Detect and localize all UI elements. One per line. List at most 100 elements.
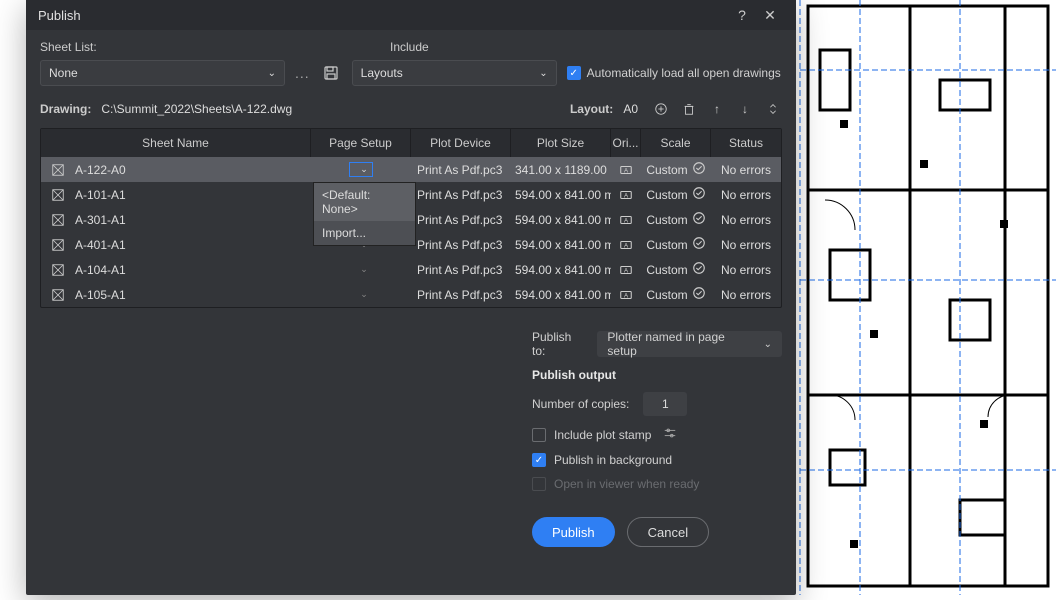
publish-bg-checkbox[interactable]: ✓ Publish in background xyxy=(532,453,782,467)
plot-size: 594.00 x 841.00 mm xyxy=(511,182,611,207)
status-text: No errors xyxy=(711,207,781,232)
check-icon: ✓ xyxy=(532,453,546,467)
sheet-name: A-101-A1 xyxy=(75,188,126,202)
drawing-path: C:\Summit_2022\Sheets\A-122.dwg xyxy=(101,102,292,116)
check-circle-icon xyxy=(692,211,706,228)
plot-size: 341.00 x 1189.00 mm xyxy=(511,157,611,182)
check-circle-icon xyxy=(692,236,706,253)
include-select[interactable]: Layouts ⌄ xyxy=(352,60,557,86)
check-circle-icon xyxy=(692,286,706,303)
page-setup-select[interactable]: ⌄ xyxy=(354,289,368,300)
plot-size: 594.00 x 841.00 mm xyxy=(511,232,611,257)
arrow-up-icon[interactable]: ↑ xyxy=(708,100,726,118)
check-icon: ✓ xyxy=(567,66,581,80)
arrow-down-icon[interactable]: ↓ xyxy=(736,100,754,118)
plot-size: 594.00 x 841.00 mm xyxy=(511,257,611,282)
sheet-icon xyxy=(51,238,65,252)
chevron-down-icon: ⌄ xyxy=(360,289,368,300)
col-status[interactable]: Status xyxy=(711,129,781,157)
drawing-label: Drawing: xyxy=(40,102,91,116)
status-text: No errors xyxy=(711,232,781,257)
trash-icon[interactable] xyxy=(680,100,698,118)
check-circle-icon xyxy=(692,161,706,178)
open-viewer-checkbox: Open in viewer when ready xyxy=(532,477,782,491)
plot-stamp-checkbox[interactable]: Include plot stamp xyxy=(532,426,782,443)
status-text: No errors xyxy=(711,257,781,282)
checkbox-icon xyxy=(532,477,546,491)
publish-output-heading: Publish output xyxy=(532,368,782,382)
plot-device: Print As Pdf.pc3 xyxy=(411,232,511,257)
auto-load-checkbox[interactable]: ✓ Automatically load all open drawings xyxy=(567,66,781,80)
sheet-name: A-104-A1 xyxy=(75,263,126,277)
col-sheet[interactable]: Sheet Name xyxy=(41,129,311,157)
scale-value: Custom xyxy=(646,263,687,277)
checkbox-icon xyxy=(532,428,546,442)
settings-icon[interactable] xyxy=(663,426,677,443)
sheet-list-value: None xyxy=(49,66,78,80)
plot-size: 594.00 x 841.00 mm xyxy=(511,282,611,307)
scale-value: Custom xyxy=(646,163,687,177)
status-text: No errors xyxy=(711,182,781,207)
sheet-icon xyxy=(51,288,65,302)
publish-button[interactable]: Publish xyxy=(532,517,615,547)
layout-label: Layout: xyxy=(570,102,613,116)
plot-device: Print As Pdf.pc3 xyxy=(411,182,511,207)
cancel-button[interactable]: Cancel xyxy=(627,517,709,547)
page-setup-select[interactable]: ⌄ xyxy=(349,162,373,177)
plot-size: 594.00 x 841.00 mm xyxy=(511,207,611,232)
chevron-down-icon: ⌄ xyxy=(764,339,772,350)
check-circle-icon xyxy=(692,186,706,203)
publish-to-value: Plotter named in page setup xyxy=(607,330,755,358)
orientation-icon: A xyxy=(611,257,641,282)
col-orient[interactable]: Ori... xyxy=(611,129,641,157)
col-plot[interactable]: Plot Device xyxy=(411,129,511,157)
table-row[interactable]: A-104-A1 ⌄ Print As Pdf.pc3594.00 x 841.00… xyxy=(41,257,781,282)
col-scale[interactable]: Scale xyxy=(641,129,711,157)
sheet-name: A-301-A1 xyxy=(75,213,126,227)
expand-icon[interactable] xyxy=(764,100,782,118)
plot-device: Print As Pdf.pc3 xyxy=(411,282,511,307)
page-setup-dropdown: <Default: None> Import... xyxy=(313,182,416,246)
add-icon[interactable] xyxy=(652,100,670,118)
chevron-down-icon: ⌄ xyxy=(360,164,368,175)
plot-device: Print As Pdf.pc3 xyxy=(411,157,511,182)
open-viewer-label: Open in viewer when ready xyxy=(554,477,699,491)
table-row[interactable]: A-105-A1 ⌄ Print As Pdf.pc3594.00 x 841.00… xyxy=(41,282,781,307)
scale-value: Custom xyxy=(646,238,687,252)
col-size[interactable]: Plot Size xyxy=(511,129,611,157)
close-icon[interactable]: ✕ xyxy=(756,1,784,29)
plot-device: Print As Pdf.pc3 xyxy=(411,257,511,282)
chevron-down-icon: ⌄ xyxy=(268,68,276,79)
orientation-icon: A xyxy=(611,207,641,232)
sheet-icon xyxy=(51,188,65,202)
chevron-down-icon: ⌄ xyxy=(539,68,547,79)
orientation-icon: A xyxy=(611,157,641,182)
sheet-icon xyxy=(51,163,65,177)
copies-input[interactable] xyxy=(643,392,687,416)
dropdown-option[interactable]: <Default: None> xyxy=(314,183,415,221)
sheet-icon xyxy=(51,263,65,277)
plot-stamp-label: Include plot stamp xyxy=(554,428,651,442)
save-icon[interactable] xyxy=(320,62,342,84)
sheet-icon xyxy=(51,213,65,227)
sheet-name: A-122-A0 xyxy=(75,163,126,177)
sheet-list-label: Sheet List: xyxy=(40,40,350,54)
plot-device: Print As Pdf.pc3 xyxy=(411,207,511,232)
page-setup-select[interactable]: ⌄ xyxy=(354,264,368,275)
status-text: No errors xyxy=(711,157,781,182)
sheet-name: A-105-A1 xyxy=(75,288,126,302)
scale-value: Custom xyxy=(646,213,687,227)
publish-to-select[interactable]: Plotter named in page setup ⌄ xyxy=(597,331,782,357)
table-row[interactable]: A-122-A0 ⌄ Print As Pdf.pc3341.00 x 1189.0… xyxy=(41,157,781,182)
more-icon[interactable]: ... xyxy=(295,65,310,81)
sheet-list-select[interactable]: None ⌄ xyxy=(40,60,285,86)
include-value: Layouts xyxy=(361,66,403,80)
help-icon[interactable]: ? xyxy=(728,1,756,29)
dialog-title: Publish xyxy=(38,8,728,23)
scale-value: Custom xyxy=(646,288,687,302)
orientation-icon: A xyxy=(611,282,641,307)
col-page[interactable]: Page Setup xyxy=(311,129,411,157)
orientation-icon: A xyxy=(611,232,641,257)
sheet-name: A-401-A1 xyxy=(75,238,126,252)
dropdown-option[interactable]: Import... xyxy=(314,221,415,245)
